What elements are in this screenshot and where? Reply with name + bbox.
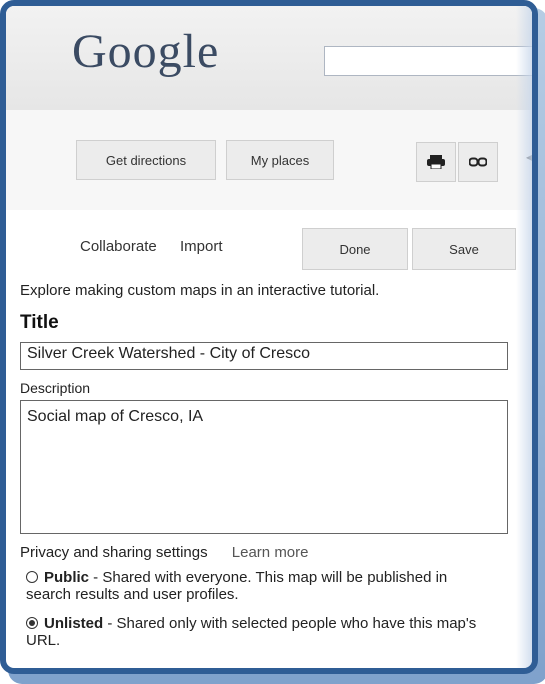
description-field[interactable]: Social map of Cresco, IA: [20, 400, 508, 534]
print-button[interactable]: [416, 142, 456, 182]
app-window: Google Get directions My places ◀ Collab…: [0, 0, 538, 674]
get-directions-button[interactable]: Get directions: [76, 140, 216, 180]
save-button[interactable]: Save: [412, 228, 516, 270]
public-title: Public: [44, 569, 90, 586]
edit-actions-row: Collaborate Import Done Save: [6, 210, 532, 274]
privacy-heading: Privacy and sharing settings Learn more: [20, 544, 309, 561]
search-input[interactable]: [324, 46, 532, 76]
description-label: Description: [20, 380, 91, 396]
toolbar: Get directions My places ◀: [6, 110, 532, 210]
public-radio[interactable]: [26, 571, 38, 583]
privacy-option-public[interactable]: Public - Shared with everyone. This map …: [26, 569, 496, 603]
header: Google: [6, 6, 532, 111]
collaborate-link[interactable]: Collaborate: [80, 238, 157, 255]
title-label: Title: [20, 312, 59, 333]
title-field[interactable]: Silver Creek Watershed - City of Cresco: [20, 342, 508, 370]
link-button[interactable]: [458, 142, 498, 182]
done-button[interactable]: Done: [302, 228, 408, 270]
learn-more-link[interactable]: Learn more: [232, 544, 309, 561]
unlisted-title: Unlisted: [44, 615, 104, 632]
my-places-button[interactable]: My places: [226, 140, 334, 180]
privacy-option-unlisted[interactable]: Unlisted - Shared only with selected peo…: [26, 615, 496, 649]
privacy-label: Privacy and sharing settings: [20, 544, 208, 561]
tutorial-link[interactable]: Explore making custom maps in an interac…: [20, 282, 379, 299]
link-icon: [469, 157, 487, 167]
chevron-left-icon[interactable]: ◀: [526, 150, 532, 164]
print-icon: [427, 155, 445, 169]
import-link[interactable]: Import: [180, 238, 223, 255]
public-description: - Shared with everyone. This map will be…: [26, 569, 448, 603]
unlisted-radio[interactable]: [26, 617, 38, 629]
google-logo[interactable]: Google: [72, 24, 219, 79]
